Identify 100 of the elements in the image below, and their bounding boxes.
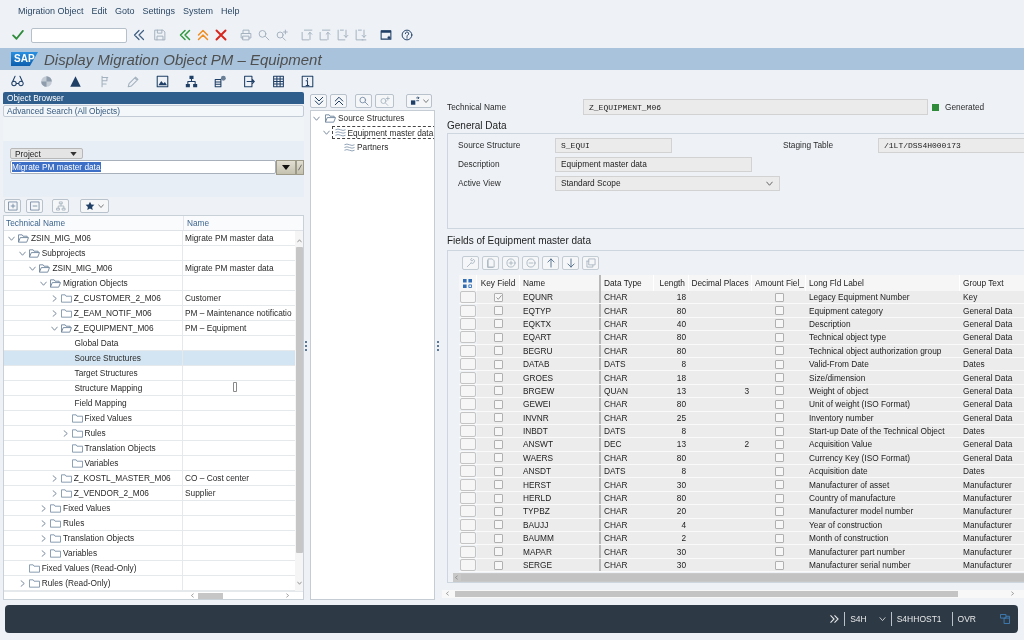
checkbox[interactable] [774,359,784,369]
chevron-right-icon[interactable] [62,429,68,437]
page-down-icon[interactable] [337,29,349,41]
column-header[interactable]: Decimal Places [691,278,749,288]
chevron-right-icon[interactable] [51,474,57,482]
chevron-right-icon[interactable] [286,593,289,598]
tree-node[interactable]: Equipment master data [331,126,434,140]
row-selector[interactable] [460,559,476,571]
checkbox[interactable] [774,547,784,557]
table-row[interactable]: HERST CHAR 30 Manufacturer of asset Manufacturer [459,478,1024,492]
checkbox[interactable] [494,493,503,503]
checkbox[interactable] [774,373,784,383]
checkbox[interactable] [774,493,784,503]
tree-row[interactable]: Z_EAM_NOTIF_M06 PM – Maintenance notificatio [4,306,295,321]
table-icon[interactable] [272,74,285,88]
chevron-down-icon[interactable] [50,325,58,331]
search-icon[interactable] [258,29,270,41]
row-selector[interactable] [460,371,476,384]
tree-row[interactable]: Fixed Values (Read-Only) [4,561,295,576]
table-row[interactable]: INVNR CHAR 25 Inventory number General Data [459,411,1024,425]
check-icon[interactable] [12,29,24,41]
tree-row[interactable]: Variables [4,546,295,561]
glasses-icon[interactable] [11,74,24,88]
checkbox[interactable] [774,520,784,530]
chevron-right-icon[interactable] [1011,591,1014,596]
menu-item[interactable]: Help [221,6,240,16]
column-header[interactable]: Technical Name [4,216,183,230]
database-icon[interactable] [214,74,227,88]
table-row[interactable]: SERGE CHAR 30 Manufacturer serial number Manufacturer [459,558,1024,573]
chevron-up-icon[interactable] [297,239,302,243]
table-row[interactable]: BEGRU CHAR 80 Technical object authorization group General Data [459,344,1024,358]
info-icon[interactable] [301,74,314,88]
help-icon[interactable] [401,29,413,41]
checkbox[interactable] [774,386,784,396]
checkbox[interactable] [494,319,503,329]
chevron-down-icon[interactable] [18,250,26,256]
row-selector[interactable] [460,331,476,344]
checkbox[interactable] [494,292,503,302]
table-row[interactable]: HERLD CHAR 80 Country of manufacture Manufacturer [459,491,1024,506]
checkbox[interactable] [774,480,784,490]
page-top-icon[interactable] [301,29,313,41]
search-tab[interactable]: Advanced Search (All Objects) [3,105,304,117]
checkbox[interactable] [494,547,503,557]
tree-row[interactable]: Structure Mapping [4,381,295,396]
checkbox[interactable] [494,480,503,490]
table-row[interactable]: ANSDT DATS 8 Acquisition date Dates [459,465,1024,479]
tree-row[interactable]: ZSIN_MIG_M06 Migrate PM master data [4,261,295,276]
window-icon[interactable] [380,29,392,41]
row-selector[interactable] [460,518,476,531]
tree-row[interactable]: Z_CUSTOMER_2_M06 Customer [4,291,295,306]
table-row[interactable]: MAPAR CHAR 30 Manufacturer part number Manufacturer [459,545,1024,559]
table-row[interactable]: GROES CHAR 18 Size/dimension General Data [459,371,1024,385]
text-field[interactable]: Equipment master data [555,156,752,172]
tree-row[interactable]: Migration Objects [4,276,295,291]
tree-row[interactable]: Z_KOSTL_MASTER_M06 CO – Cost center [4,471,295,486]
column-header[interactable]: Data Type [604,278,642,288]
menu-item[interactable]: Migration Object [18,6,84,16]
search-field[interactable]: Migrate PM master data [10,160,276,174]
double-chevron-left-icon[interactable] [133,29,145,41]
row-selector[interactable] [460,358,476,371]
tree-row[interactable]: Fixed Values [4,501,295,516]
menu-item[interactable]: Goto [115,6,135,16]
checkbox[interactable] [774,413,784,423]
table-row[interactable]: DATAB DATS 8 Valid-From Date Dates [459,357,1024,372]
chevron-down-icon[interactable] [40,280,48,286]
row-selector[interactable] [460,384,476,397]
checkbox[interactable] [494,346,503,356]
checkbox[interactable] [774,332,784,342]
checkbox[interactable] [494,466,503,476]
table-row[interactable]: GEWEI CHAR 80 Unit of weight (ISO Format) General Data [459,398,1024,412]
tree-row[interactable]: Translation Objects [4,441,295,456]
row-selector[interactable] [460,438,476,451]
column-header[interactable]: Amount Fiel_ [755,278,804,288]
chevron-down-icon[interactable] [322,130,330,136]
table-row[interactable]: EQTYP CHAR 80 Equipment category General Data [459,304,1024,318]
checkbox[interactable] [494,399,503,409]
system-dropdown[interactable]: S4H [850,614,886,624]
pie-icon[interactable] [40,74,53,88]
menu-item[interactable]: Settings [142,6,176,16]
scrollbar-thumb[interactable] [296,247,303,553]
tree-row[interactable]: Rules (Read-Only) [4,576,295,591]
row-selector[interactable] [460,451,476,464]
chevron-right-icon[interactable] [51,309,57,317]
checkbox[interactable] [774,440,784,449]
pyramid-icon[interactable] [69,74,82,88]
chevron-down-icon[interactable] [8,235,15,241]
page-arrow-icon[interactable] [243,74,256,88]
table-row[interactable]: BRGEW QUAN 13 3 Weight of object General Data [459,384,1024,399]
row-selector[interactable] [460,478,476,491]
tree-row[interactable]: Z_EQUIPMENT_M06 PM – Equipment [4,321,295,336]
scrollbar-thumb[interactable] [198,593,223,599]
tree-row[interactable]: Field Mapping [4,396,295,411]
tree-row[interactable]: Source Structures [4,351,295,366]
table-row[interactable]: EQKTX CHAR 40 Description General Data [459,317,1024,332]
table-row[interactable]: ANSWT DEC 13 2 Acquisition Value General Data [459,438,1024,452]
checkbox[interactable] [774,346,784,356]
checkbox[interactable] [494,359,503,369]
chevron-down-icon[interactable] [297,581,302,585]
column-header[interactable]: Name [523,278,546,288]
toolbar-button[interactable] [310,94,327,108]
